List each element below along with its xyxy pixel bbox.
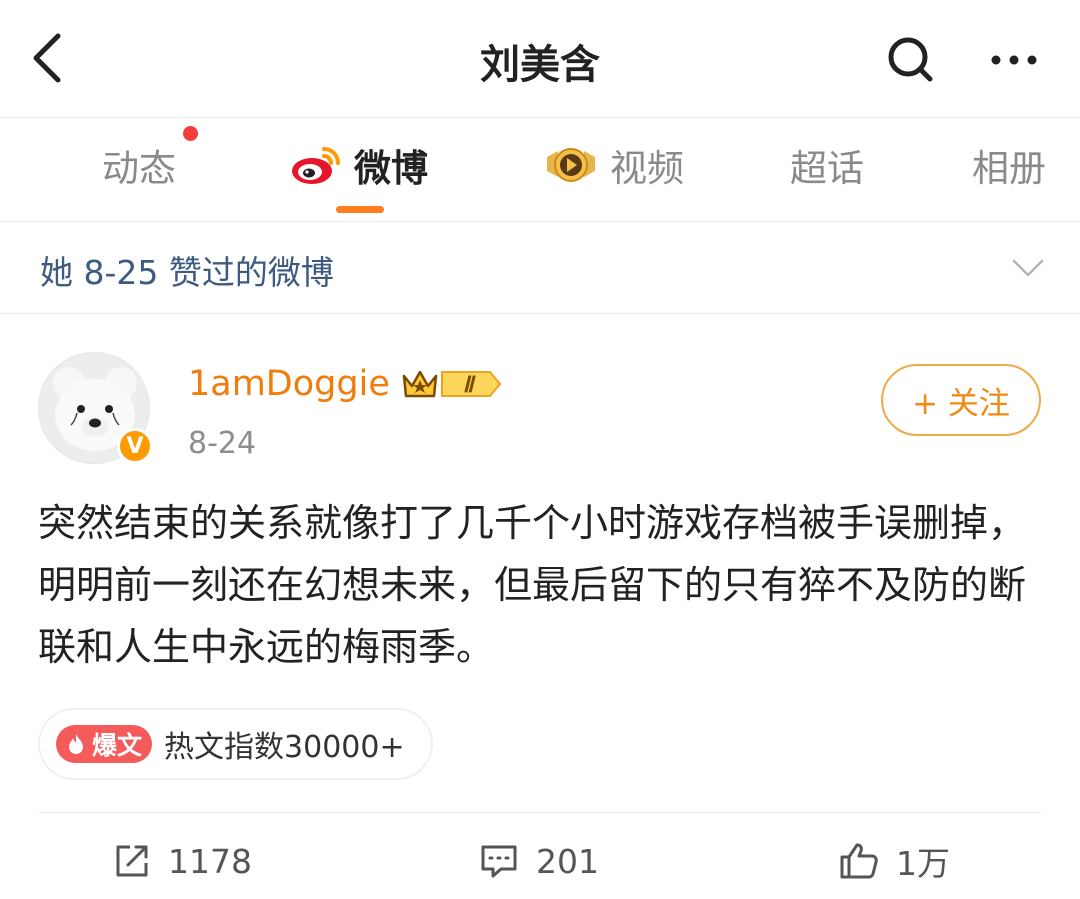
video-play-icon (547, 148, 595, 182)
repost-count: 1178 (168, 841, 252, 881)
new-indicator-dot (183, 126, 198, 141)
username-row: 1amDoggie Ⅱ (188, 362, 504, 406)
more-button[interactable] (982, 36, 1046, 84)
fire-icon (69, 734, 83, 754)
follow-button[interactable]: + 关注 (881, 364, 1041, 436)
tab-super-topic[interactable]: 超话 (790, 140, 864, 190)
tab-label: 动态 (102, 147, 176, 190)
chevron-left-icon (33, 33, 61, 83)
tab-label: 超话 (790, 147, 864, 190)
like-button[interactable]: 1万 (838, 836, 950, 886)
comment-count: 201 (536, 841, 599, 881)
verified-badge: V (117, 428, 153, 464)
tab-weibo[interactable]: 微博 (290, 140, 428, 190)
search-button[interactable] (880, 32, 938, 88)
tab-label: 微博 (354, 147, 428, 190)
hot-article-badge[interactable]: 爆文 热文指数30000+ (38, 708, 433, 780)
tab-label: 视频 (610, 147, 684, 190)
tab-label: 相册 (972, 147, 1046, 190)
top-bar: 刘美含 (0, 0, 1080, 118)
username[interactable]: 1amDoggie (188, 364, 390, 404)
avatar-container[interactable]: V (38, 352, 153, 464)
tab-dynamics[interactable]: 动态 (102, 140, 176, 190)
profile-tabs: 动态 微博 视频 超话 相册 (0, 118, 1080, 222)
hot-tag: 爆文 (56, 725, 153, 763)
weibo-post-card[interactable]: V 1amDoggie Ⅱ 8-24 + 关注 突然结束的关系就像打了几千个小时… (0, 314, 1080, 899)
liked-posts-filter[interactable]: 她 8-25 赞过的微博 (0, 222, 1080, 314)
filter-label: 她 8-25 赞过的微博 (40, 253, 334, 292)
repost-button[interactable]: 1178 (112, 836, 252, 886)
divider (38, 812, 1042, 813)
vip-crown-badge-icon[interactable]: Ⅱ (400, 364, 504, 404)
weibo-logo-icon (292, 147, 340, 184)
repost-icon (116, 845, 148, 877)
hot-index-text: 热文指数30000+ (164, 730, 405, 765)
search-icon (888, 37, 933, 82)
back-button[interactable] (22, 26, 78, 90)
active-tab-indicator (336, 206, 384, 213)
tab-album[interactable]: 相册 (972, 140, 1046, 190)
post-body-text: 突然结束的关系就像打了几千个小时游戏存档被手误删掉，明明前一刻还在幻想未来，但最… (38, 501, 1027, 669)
comment-button[interactable]: 201 (478, 836, 599, 886)
tab-video[interactable]: 视频 (544, 140, 684, 190)
comment-icon (481, 845, 517, 878)
hot-tag-label: 爆文 (92, 731, 143, 760)
more-icon (991, 55, 1037, 65)
post-date: 8-24 (188, 426, 257, 461)
thumbs-up-icon (840, 843, 878, 879)
like-count: 1万 (896, 844, 950, 883)
chevron-down-icon (1012, 259, 1044, 277)
page-title: 刘美含 (480, 42, 600, 88)
